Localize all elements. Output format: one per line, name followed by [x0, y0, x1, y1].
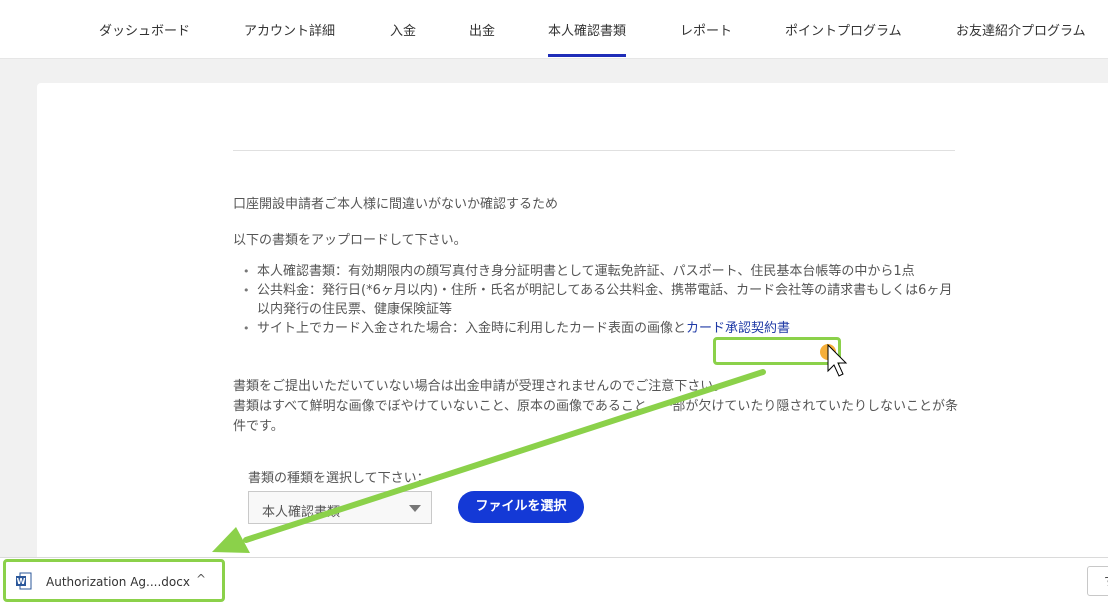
intro-line-1: 口座開設申請者ご本人様に間違いがないか確認するため	[233, 197, 559, 212]
divider	[233, 150, 955, 151]
svg-text:W: W	[17, 577, 26, 586]
notice-line-2: 書類はすべて鮮明な画像でぼやけていないこと、原本の画像であること、一部が欠けてい…	[233, 399, 959, 434]
nav-identity-documents[interactable]: 本人確認書類	[548, 20, 627, 57]
download-item[interactable]: W Authorization Ag....docx ^	[3, 559, 225, 602]
notice-text: 書類をご提出いただいていない場合は出金申請が受理されませんのでご注意下さい。 書…	[233, 377, 963, 437]
bullet-text: サイト上でカード入金された場合：入金時に利用したカード表面の画像と	[257, 321, 687, 336]
notice-line-1: 書類をご提出いただいていない場合は出金申請が受理されませんのでご注意下さい。	[233, 379, 727, 394]
show-all-button[interactable]: す	[1087, 566, 1108, 596]
chevron-down-icon	[409, 505, 421, 512]
nav-point-program[interactable]: ポイントプログラム	[785, 20, 902, 39]
list-item: サイト上でカード入金された場合：入金時に利用したカード表面の画像とカード承認契約…	[243, 319, 963, 338]
requirements-list: 本人確認書類：有効期限内の顔写真付き身分証明書として運転免許証、パスポート、住民…	[243, 262, 963, 338]
list-item: 本人確認書類：有効期限内の顔写真付き身分証明書として運転免許証、パスポート、住民…	[243, 262, 963, 281]
link-highlight-annotation	[713, 337, 841, 365]
bullet-text: 本人確認書類：有効期限内の顔写真付き身分証明書として運転免許証、パスポート、住民…	[257, 264, 915, 279]
document-type-label: 書類の種類を選択して下さい：	[248, 471, 430, 486]
nav-referral-program[interactable]: お友達紹介プログラム	[956, 20, 1086, 39]
intro-line-2: 以下の書類をアップロードして下さい。	[233, 233, 467, 248]
nav-deposit[interactable]: 入金	[390, 20, 416, 39]
list-item: 公共料金：発行日(*6ヶ月以内)・住所・氏名が明記してある公共料金、携帯電話、カ…	[243, 281, 963, 319]
download-file-name: Authorization Ag....docx	[46, 575, 190, 589]
document-type-select[interactable]: 本人確認書類	[248, 491, 432, 524]
top-nav: ダッシュボード アカウント詳細 入金 出金 本人確認書類 レポート ポイントプロ…	[0, 0, 1108, 59]
select-value: 本人確認書類	[262, 505, 341, 520]
card-authorization-link[interactable]: カード承認契約書	[686, 321, 790, 336]
nav-account-details[interactable]: アカウント詳細	[244, 20, 335, 39]
nav-withdrawal[interactable]: 出金	[469, 20, 495, 39]
bullet-text: 公共料金：発行日(*6ヶ月以内)・住所・氏名が明記してある公共料金、携帯電話、カ…	[257, 283, 953, 317]
word-doc-icon: W	[16, 572, 32, 590]
choose-file-button[interactable]: ファイルを選択	[458, 491, 584, 523]
nav-reports[interactable]: レポート	[680, 20, 732, 39]
nav-dashboard[interactable]: ダッシュボード	[99, 20, 190, 39]
chevron-up-icon[interactable]: ^	[196, 572, 206, 586]
